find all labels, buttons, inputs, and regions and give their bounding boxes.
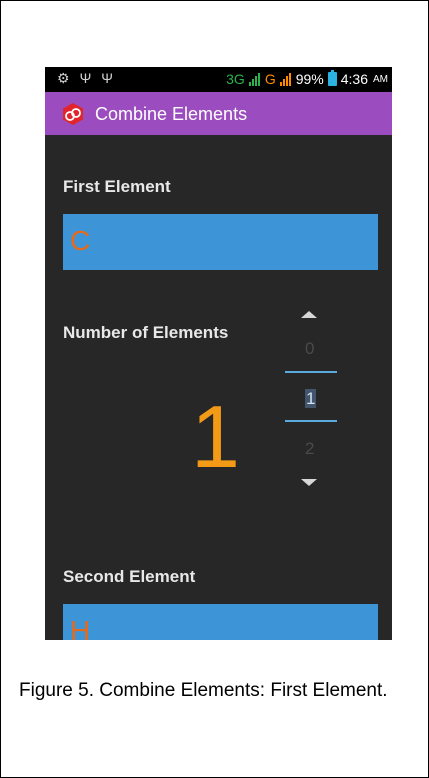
notification-icon: ⚙ xyxy=(57,70,70,86)
picker-up-arrow-icon[interactable] xyxy=(301,311,317,318)
usb-icon: Ψ xyxy=(79,70,92,86)
app-logo-icon[interactable] xyxy=(61,102,85,126)
signal-bars-icon xyxy=(279,72,292,86)
number-of-elements-display: 1 xyxy=(191,387,240,486)
figure-frame: ⚙ Ψ Ψ 3G G 99% 4:36 AM Combine Elements … xyxy=(0,0,429,778)
battery-percent: 99% xyxy=(295,71,324,87)
network-g-label: G xyxy=(264,71,276,87)
signal-bars-icon xyxy=(248,72,261,86)
picker-previous-value[interactable]: 0 xyxy=(305,339,314,359)
status-indicators: 3G G 99% 4:36 AM xyxy=(226,70,388,87)
first-element-label: First Element xyxy=(63,177,171,196)
usb-icon: Ψ xyxy=(101,70,113,86)
figure-caption: Figure 5. Combine Elements: First Elemen… xyxy=(19,680,388,701)
network-3g-label: 3G xyxy=(226,71,245,87)
first-element-field[interactable]: C xyxy=(63,214,378,270)
app-title: Combine Elements xyxy=(95,104,248,124)
picker-divider xyxy=(285,420,337,422)
picker-next-value[interactable]: 2 xyxy=(305,439,314,459)
first-element-value: C xyxy=(70,225,91,256)
status-notifications: ⚙ Ψ Ψ xyxy=(57,70,113,87)
clock-time: 4:36 xyxy=(340,71,368,87)
picker-down-arrow-icon[interactable] xyxy=(301,479,317,486)
clock-ampm: AM xyxy=(373,73,388,85)
picker-selected-text[interactable]: 1 xyxy=(305,389,317,408)
number-of-elements-label: Number of Elements xyxy=(63,323,229,342)
phone-screen: ⚙ Ψ Ψ 3G G 99% 4:36 AM Combine Elements … xyxy=(45,67,392,640)
status-bar: ⚙ Ψ Ψ 3G G 99% 4:36 AM xyxy=(45,67,392,92)
picker-divider xyxy=(285,371,337,373)
app-bar: Combine Elements xyxy=(45,92,392,135)
picker-selected-value[interactable]: 1 xyxy=(305,389,317,409)
battery-icon xyxy=(327,70,337,86)
number-picker[interactable]: 0 1 2 xyxy=(285,307,337,497)
second-element-label: Second Element xyxy=(63,567,196,586)
second-element-field[interactable]: H xyxy=(63,604,378,640)
second-element-value: H xyxy=(70,615,91,640)
